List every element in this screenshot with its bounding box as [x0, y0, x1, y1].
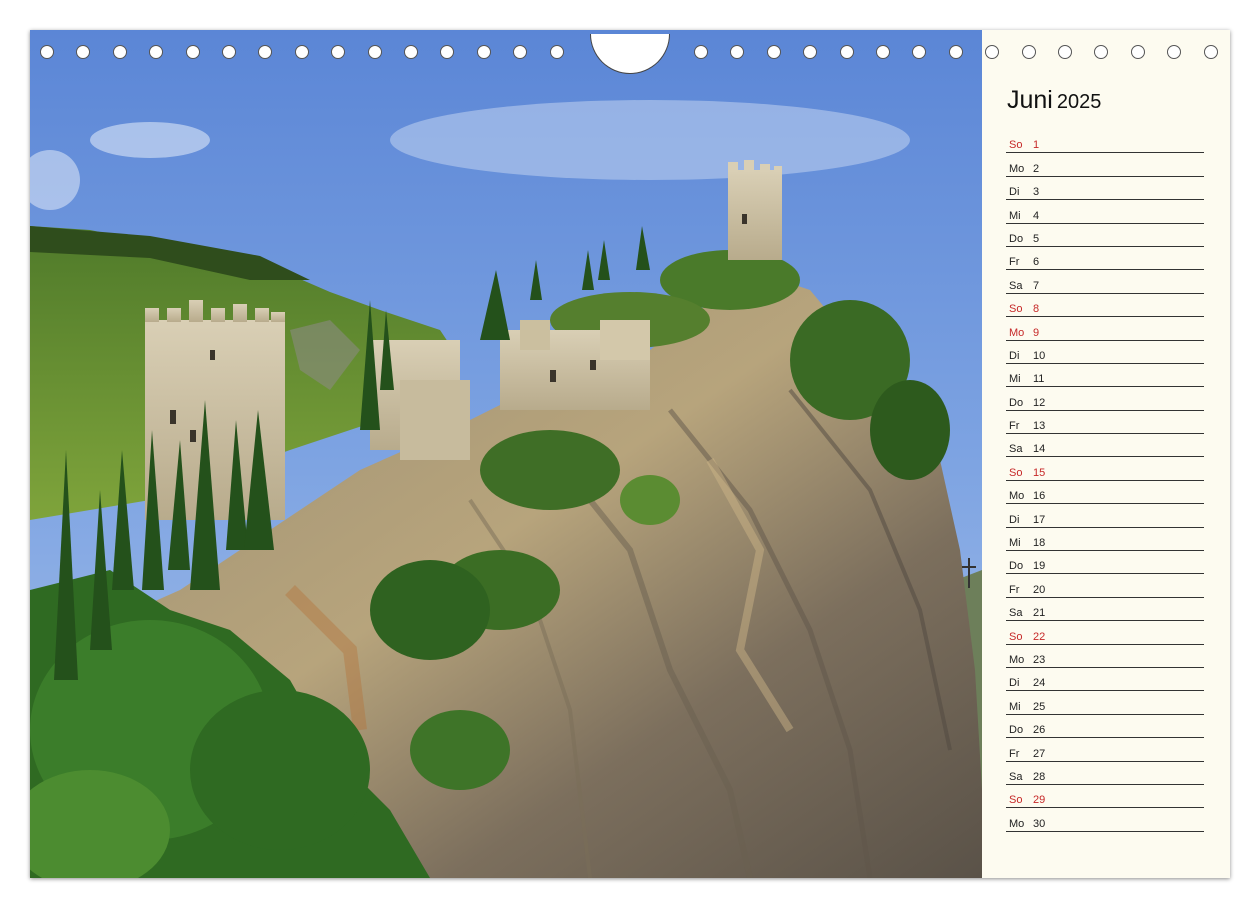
day-row: Mi 4 [1006, 201, 1204, 224]
day-row: Do 12 [1006, 388, 1204, 411]
day-number: 9 [1033, 326, 1040, 339]
day-row: So 29 [1006, 786, 1204, 809]
day-row: Mo 30 [1006, 809, 1204, 832]
day-number: 20 [1033, 583, 1046, 596]
day-number: 7 [1033, 279, 1040, 292]
day-number: 30 [1033, 817, 1046, 830]
weekday-label: So [1009, 303, 1023, 316]
weekday-label: Fr [1009, 583, 1020, 596]
day-row: So 15 [1006, 458, 1204, 481]
weekday-label: Do [1009, 232, 1024, 245]
weekday-label: Mi [1009, 537, 1021, 550]
weekday-label: Sa [1009, 607, 1023, 620]
weekday-label: Fr [1009, 256, 1020, 269]
weekday-label: Do [1009, 396, 1024, 409]
weekday-label: Do [1009, 724, 1024, 737]
day-row: So 1 [1006, 131, 1204, 154]
day-row: Fr 6 [1006, 248, 1204, 271]
day-number: 2 [1033, 162, 1040, 175]
day-row: Mi 25 [1006, 692, 1204, 715]
day-row: Do 26 [1006, 716, 1204, 739]
castle-on-cliff-image [30, 30, 982, 878]
day-number: 21 [1033, 607, 1046, 620]
weekday-label: Mo [1009, 817, 1025, 830]
day-number: 18 [1033, 537, 1046, 550]
day-row: Sa 21 [1006, 599, 1204, 622]
month-title: Juni 2025 [1007, 86, 1101, 115]
day-row: Di 17 [1006, 505, 1204, 528]
day-row: Di 24 [1006, 669, 1204, 692]
weekday-label: Mi [1009, 373, 1021, 386]
day-number: 28 [1033, 770, 1046, 783]
day-number: 6 [1033, 256, 1040, 269]
day-number: 11 [1033, 373, 1045, 386]
day-number: 24 [1033, 677, 1046, 690]
day-row: Fr 13 [1006, 412, 1204, 435]
weekday-label: So [1009, 794, 1023, 807]
weekday-label: Mo [1009, 326, 1025, 339]
weekday-label: Sa [1009, 443, 1023, 456]
day-number: 23 [1033, 653, 1046, 666]
day-number: 13 [1033, 420, 1046, 433]
day-row: Di 10 [1006, 342, 1204, 364]
day-list: So 1 Mo 2 Di 3 Mi 4 Do 5 Fr 6 Sa 7 So 8 Mo 9 Di 10 Mi 11 Do 12 F… [1006, 131, 1204, 833]
day-number: 1 [1033, 139, 1040, 152]
day-number: 26 [1033, 724, 1046, 737]
day-number: 14 [1033, 443, 1046, 456]
weekday-label: Di [1009, 677, 1020, 690]
day-number: 3 [1033, 186, 1040, 199]
day-number: 16 [1033, 490, 1046, 503]
day-row: Do 19 [1006, 552, 1204, 575]
weekday-label: So [1009, 139, 1023, 152]
day-row: Fr 27 [1006, 739, 1204, 762]
day-row: Sa 14 [1006, 435, 1204, 458]
weekday-label: Di [1009, 513, 1020, 526]
day-number: 22 [1033, 630, 1046, 643]
year: 2025 [1056, 91, 1102, 113]
day-row: Sa 28 [1006, 763, 1204, 785]
day-number: 27 [1033, 747, 1046, 760]
weekday-label: Mi [1009, 209, 1021, 222]
day-row: Mi 18 [1006, 529, 1204, 552]
day-number: 25 [1033, 700, 1046, 713]
weekday-label: Sa [1009, 279, 1023, 292]
weekday-label: Mi [1009, 700, 1021, 713]
day-number: 4 [1033, 209, 1040, 222]
day-number: 5 [1033, 232, 1040, 245]
day-row: So 22 [1006, 622, 1204, 645]
weekday-label: So [1009, 466, 1023, 479]
day-row: So 8 [1006, 295, 1204, 318]
day-row: Mi 11 [1006, 365, 1204, 388]
day-row: Di 3 [1006, 178, 1204, 201]
weekday-label: Do [1009, 560, 1024, 573]
weekday-label: Mo [1009, 653, 1025, 666]
day-row: Sa 7 [1006, 271, 1204, 294]
weekday-label: So [1009, 630, 1023, 643]
month-sidebar: Juni 2025 So 1 Mo 2 Di 3 Mi 4 Do 5 Fr 6 Sa 7 So 8 Mo 9 Di 10… [982, 30, 1230, 878]
weekday-label: Di [1009, 186, 1020, 199]
day-number: 15 [1033, 466, 1046, 479]
day-number: 29 [1033, 794, 1046, 807]
day-number: 10 [1033, 349, 1046, 362]
castle-photo [30, 30, 982, 878]
day-number: 12 [1033, 396, 1046, 409]
day-row: Mo 16 [1006, 482, 1204, 505]
weekday-label: Mo [1009, 490, 1025, 503]
day-number: 19 [1033, 560, 1046, 573]
day-number: 8 [1033, 303, 1040, 316]
weekday-label: Fr [1009, 420, 1020, 433]
weekday-label: Di [1009, 349, 1020, 362]
day-row: Do 5 [1006, 225, 1204, 247]
day-row: Fr 20 [1006, 575, 1204, 598]
weekday-label: Mo [1009, 162, 1025, 175]
day-row: Mo 2 [1006, 154, 1204, 177]
day-number: 17 [1033, 513, 1046, 526]
month-name: Juni [1007, 86, 1053, 114]
weekday-label: Fr [1009, 747, 1020, 760]
day-row: Mo 9 [1006, 318, 1204, 341]
day-row: Mo 23 [1006, 646, 1204, 668]
calendar-page: Juni 2025 So 1 Mo 2 Di 3 Mi 4 Do 5 Fr 6 Sa 7 So 8 Mo 9 Di 10… [30, 30, 1230, 878]
weekday-label: Sa [1009, 770, 1023, 783]
